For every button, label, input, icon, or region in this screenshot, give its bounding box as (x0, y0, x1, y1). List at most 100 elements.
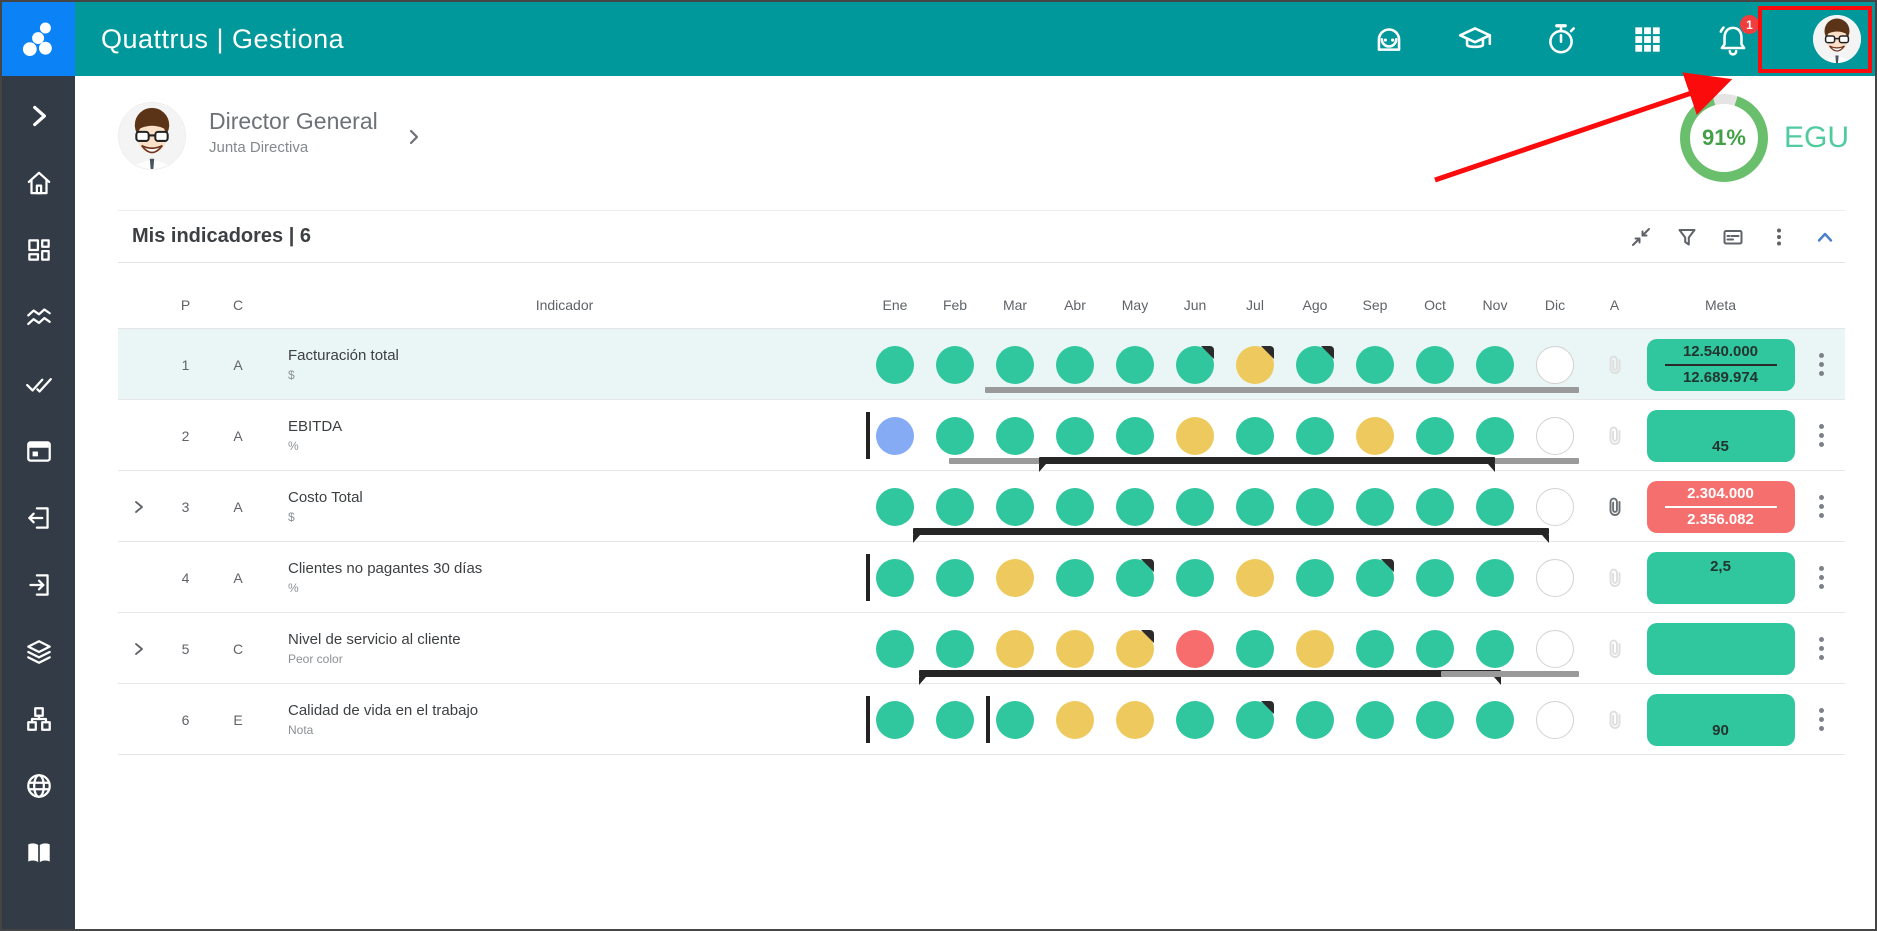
status-dot-nov[interactable] (1476, 488, 1514, 526)
status-dot-abr[interactable] (1056, 701, 1094, 739)
status-dot-nov[interactable] (1476, 417, 1514, 455)
row-menu-button[interactable] (1815, 633, 1828, 664)
indicator-name[interactable]: Calidad de vida en el trabajo (288, 702, 865, 719)
status-dot-abr[interactable] (1056, 559, 1094, 597)
indicator-name[interactable]: Facturación total (288, 347, 865, 364)
status-dot-jun[interactable] (1176, 346, 1214, 384)
status-dot-jul[interactable] (1236, 630, 1274, 668)
status-dot-jun[interactable] (1176, 417, 1214, 455)
sidebar-home-icon[interactable] (21, 165, 57, 201)
attachment-paperclip-icon[interactable] (1585, 637, 1644, 661)
status-dot-sep[interactable] (1356, 701, 1394, 739)
indicator-row[interactable]: 1AFacturación total$12.540.00012.689.974 (118, 329, 1845, 400)
status-dot-jun[interactable] (1176, 701, 1214, 739)
indicator-row[interactable]: 2AEBITDA%45 (118, 400, 1845, 471)
notifications-icon[interactable]: 1 (1715, 21, 1751, 57)
status-dot-feb[interactable] (936, 488, 974, 526)
status-dot-dic[interactable] (1536, 346, 1574, 384)
status-dot-oct[interactable] (1416, 417, 1454, 455)
status-dot-mar[interactable] (996, 559, 1034, 597)
indicator-name[interactable]: EBITDA (288, 418, 865, 435)
status-dot-jul[interactable] (1236, 701, 1274, 739)
status-dot-feb[interactable] (936, 417, 974, 455)
status-dot-feb[interactable] (936, 346, 974, 384)
indicator-row[interactable]: 6ECalidad de vida en el trabajoNota90 (118, 684, 1845, 755)
apps-grid-icon[interactable] (1629, 21, 1665, 57)
status-dot-abr[interactable] (1056, 630, 1094, 668)
status-dot-mar[interactable] (996, 701, 1034, 739)
meta-badge[interactable]: 90 (1647, 694, 1795, 746)
status-dot-feb[interactable] (936, 630, 974, 668)
status-dot-nov[interactable] (1476, 559, 1514, 597)
panel-filter-icon[interactable] (1675, 225, 1699, 249)
assistant-icon[interactable] (1371, 21, 1407, 57)
status-dot-ago[interactable] (1296, 630, 1334, 668)
status-dot-sep[interactable] (1356, 346, 1394, 384)
sidebar-handbook-icon[interactable] (21, 835, 57, 871)
sidebar-layers-icon[interactable] (21, 634, 57, 670)
row-expand-chevron-icon[interactable] (118, 641, 159, 657)
status-dot-may[interactable] (1116, 701, 1154, 739)
status-dot-abr[interactable] (1056, 417, 1094, 455)
panel-card-view-icon[interactable] (1721, 225, 1745, 249)
status-dot-oct[interactable] (1416, 701, 1454, 739)
sidebar-expand-icon[interactable] (21, 98, 57, 134)
status-dot-jun[interactable] (1176, 559, 1214, 597)
sidebar-tasks-icon[interactable] (21, 366, 57, 402)
status-dot-dic[interactable] (1536, 488, 1574, 526)
status-dot-feb[interactable] (936, 701, 974, 739)
status-dot-ene[interactable] (876, 346, 914, 384)
status-dot-ago[interactable] (1296, 559, 1334, 597)
status-dot-sep[interactable] (1356, 630, 1394, 668)
status-dot-abr[interactable] (1056, 488, 1094, 526)
status-dot-ene[interactable] (876, 417, 914, 455)
meta-badge[interactable]: 45 (1647, 410, 1795, 462)
sidebar-org-chart-icon[interactable] (21, 701, 57, 737)
profile-avatar[interactable] (118, 102, 186, 170)
status-dot-nov[interactable] (1476, 630, 1514, 668)
status-dot-ago[interactable] (1296, 488, 1334, 526)
status-dot-jul[interactable] (1236, 346, 1274, 384)
status-dot-nov[interactable] (1476, 346, 1514, 384)
row-menu-button[interactable] (1815, 349, 1828, 380)
meta-badge[interactable]: 2.304.0002.356.082 (1647, 481, 1795, 533)
status-dot-ago[interactable] (1296, 701, 1334, 739)
indicator-row[interactable]: 5CNivel de servicio al clientePeor color (118, 613, 1845, 684)
status-dot-may[interactable] (1116, 488, 1154, 526)
sidebar-indicators-icon[interactable] (21, 299, 57, 335)
status-dot-oct[interactable] (1416, 630, 1454, 668)
status-dot-jul[interactable] (1236, 488, 1274, 526)
row-menu-button[interactable] (1815, 704, 1828, 735)
status-dot-sep[interactable] (1356, 559, 1394, 597)
status-dot-may[interactable] (1116, 630, 1154, 668)
sidebar-dashboard-icon[interactable] (21, 232, 57, 268)
status-dot-ago[interactable] (1296, 417, 1334, 455)
status-dot-jun[interactable] (1176, 488, 1214, 526)
status-dot-mar[interactable] (996, 346, 1034, 384)
timer-icon[interactable] (1543, 21, 1579, 57)
indicator-row[interactable]: 4AClientes no pagantes 30 días%2,5 (118, 542, 1845, 613)
row-menu-button[interactable] (1815, 562, 1828, 593)
row-menu-button[interactable] (1815, 420, 1828, 451)
attachment-paperclip-icon[interactable] (1585, 495, 1644, 519)
status-dot-ene[interactable] (876, 488, 914, 526)
status-dot-may[interactable] (1116, 559, 1154, 597)
status-dot-dic[interactable] (1536, 630, 1574, 668)
quattrus-logo[interactable] (2, 2, 75, 76)
sidebar-sign-out-icon[interactable] (21, 567, 57, 603)
attachment-paperclip-icon[interactable] (1585, 566, 1644, 590)
indicator-name[interactable]: Costo Total (288, 489, 865, 506)
status-dot-ene[interactable] (876, 701, 914, 739)
status-dot-mar[interactable] (996, 630, 1034, 668)
indicator-row[interactable]: 3ACosto Total$2.304.0002.356.082 (118, 471, 1845, 542)
status-dot-dic[interactable] (1536, 559, 1574, 597)
status-dot-jul[interactable] (1236, 559, 1274, 597)
attachment-paperclip-icon[interactable] (1585, 353, 1644, 377)
status-dot-feb[interactable] (936, 559, 974, 597)
profile-expand-chevron-icon[interactable] (405, 128, 423, 146)
panel-more-icon[interactable] (1767, 225, 1791, 249)
user-avatar[interactable] (1813, 15, 1861, 63)
status-dot-nov[interactable] (1476, 701, 1514, 739)
status-dot-dic[interactable] (1536, 417, 1574, 455)
academy-icon[interactable] (1457, 21, 1493, 57)
